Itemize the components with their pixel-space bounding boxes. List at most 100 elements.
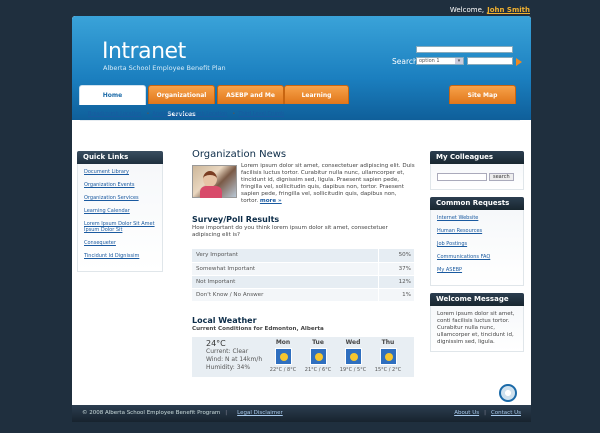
quick-link-organization-events[interactable]: Organization Events <box>84 182 156 188</box>
breadcrumb-sep-2: • <box>232 111 236 117</box>
common-requests-title: Common Requests <box>430 197 524 210</box>
breadcrumb-sep-1: • <box>146 111 150 117</box>
poll-label: Somewhat Important <box>192 262 378 276</box>
sun-icon <box>344 347 362 365</box>
legal-disclaimer-link[interactable]: Legal Disclaimer <box>237 410 283 416</box>
sun-icon <box>309 347 327 365</box>
about-us-link[interactable]: About Us <box>454 410 479 416</box>
quick-link-consequeter[interactable]: Consequeter <box>84 240 156 246</box>
footer-left: © 2008 Alberta School Employee Benefit P… <box>82 405 283 422</box>
colleague-search-input[interactable] <box>437 173 487 181</box>
breadcrumb: Breadcrumb Location • Another Breadcrumb L… <box>88 111 286 117</box>
logo[interactable]: Intranet <box>102 39 186 64</box>
welcome-text: Welcome, <box>449 6 485 14</box>
footer: © 2008 Alberta School Employee Benefit P… <box>72 405 531 422</box>
poll-value: 1% <box>377 288 414 302</box>
news-body: Lorem ipsum dolor sit amet, consectetuer… <box>241 163 415 205</box>
table-row: Very Important 50% <box>192 249 414 263</box>
top-search-input[interactable] <box>416 46 513 53</box>
forecast-temps: 22°C / 8°C <box>269 366 297 373</box>
request-link-internet-website[interactable]: Internet Website <box>437 215 517 221</box>
tab-learning[interactable]: Learning <box>284 85 349 104</box>
news-section: Lorem ipsum dolor sit amet, consectetuer… <box>192 163 415 215</box>
poll-value: 37% <box>377 262 414 276</box>
quick-link-tincidunt[interactable]: Tincidunt Id Dignissim <box>84 253 156 259</box>
forecast-temps: 15°C / 2°C <box>374 366 402 373</box>
forecast-day: Mon 22°C / 8°C <box>270 339 296 373</box>
welcome-bar: Welcome, John Smith <box>450 6 530 14</box>
breadcrumb-divider <box>80 120 520 121</box>
forecast-temps: 19°C / 5°C <box>339 366 367 373</box>
poll-results-table: Very Important 50% Somewhat Important 37% … <box>192 249 414 302</box>
table-row: Don't Know / No Answer 1% <box>192 288 414 302</box>
news-photo <box>192 165 237 198</box>
footer-right: About Us | Contact Us <box>454 405 521 422</box>
table-row: Not Important 12% <box>192 275 414 289</box>
sun-icon <box>379 347 397 365</box>
welcome-message-box: Welcome Message Lorem ipsum dolor sit am… <box>430 293 524 352</box>
footer-sep: | <box>484 410 486 416</box>
colleagues-title: My Colleagues <box>430 151 524 164</box>
tab-site-map[interactable]: Site Map <box>449 85 516 104</box>
quick-link-learning-calendar[interactable]: Learning Calendar <box>84 208 156 214</box>
current-temp: 24°C <box>206 338 226 348</box>
tab-asebp-and-me[interactable]: ASEBP and Me <box>217 85 284 104</box>
survey-question: How important do you think lorem ipsum d… <box>192 225 388 238</box>
search-input[interactable] <box>467 57 513 65</box>
weather-title: Local Weather <box>192 315 257 325</box>
welcome-message-body: Lorem ipsum dolor sit amet, conti facili… <box>430 306 524 352</box>
forecast-day-name: Tue <box>312 338 324 346</box>
current-sky: Current: Clear <box>206 347 249 355</box>
request-link-communications-faq[interactable]: Communications FAQ <box>437 254 517 260</box>
weather-panel: 24°C Current: Clear Wind: N at 14km/h Hu… <box>192 336 414 377</box>
page-frame: Intranet Alberta School Employee Benefit… <box>72 16 531 422</box>
forecast-day-name: Thu <box>381 338 395 346</box>
breadcrumb-link-3[interactable]: Third Level Crumb <box>238 111 284 117</box>
current-humidity: Humidity: 34% <box>206 363 251 371</box>
user-link[interactable]: John Smith <box>487 6 530 14</box>
poll-value: 50% <box>377 249 414 263</box>
forecast-day: Wed 19°C / 5°C <box>340 339 366 373</box>
forecast-temps: 21°C / 6°C <box>304 366 332 373</box>
common-requests-list: Internet Website Human Resources Job Pos… <box>430 210 524 286</box>
forecast-day: Thu 15°C / 2°C <box>375 339 401 373</box>
news-title: Organization News <box>192 149 287 160</box>
request-link-my-asebp[interactable]: My ASEBP <box>437 267 517 273</box>
news-more-link[interactable]: more » <box>260 198 282 204</box>
main-content: Organization News Lorem ipsum dolor sit … <box>192 149 415 377</box>
request-link-job-postings[interactable]: Job Postings <box>437 241 517 247</box>
logo-subtitle: Alberta School Employee Benefit Plan <box>103 64 226 72</box>
quick-link-document-library[interactable]: Document Library <box>84 169 156 175</box>
common-requests-box: Common Requests Internet Website Human R… <box>430 197 524 286</box>
colleague-search-button[interactable]: search <box>489 173 514 181</box>
search-scope-select[interactable]: option 1 ▾ <box>416 57 464 65</box>
breadcrumb-link-1[interactable]: Breadcrumb Location <box>88 111 141 117</box>
colleagues-body: search <box>430 164 524 190</box>
contact-us-link[interactable]: Contact Us <box>491 410 521 416</box>
quick-links-title: Quick Links <box>77 151 163 164</box>
current-wind: Wind: N at 14km/h <box>206 355 263 363</box>
quick-links-list: Document Library Organization Events Org… <box>77 164 163 272</box>
quick-links-box: Quick Links Document Library Organizatio… <box>77 151 163 272</box>
current-conditions: 24°C Current: Clear Wind: N at 14km/h Hu… <box>206 338 263 372</box>
colleagues-box: My Colleagues search <box>430 151 524 190</box>
tab-organizational-services[interactable]: Organizational Services <box>148 85 215 118</box>
poll-value: 12% <box>377 275 414 289</box>
right-column: My Colleagues search Common Requests Int… <box>430 151 524 359</box>
copyright: © 2008 Alberta School Employee Benefit P… <box>82 410 221 416</box>
brand-seal-icon <box>499 384 517 402</box>
forecast-day-name: Wed <box>345 338 361 346</box>
main-nav: Home Organizational Services ASEBP and M… <box>72 85 531 118</box>
tab-home[interactable]: Home <box>79 85 146 105</box>
quick-link-lorem-ipsum[interactable]: Lorem Ipsum Dolor Sit Amet Ipsum Dolor S… <box>84 221 156 233</box>
poll-label: Not Important <box>192 275 378 289</box>
poll-label: Don't Know / No Answer <box>192 288 378 302</box>
request-link-human-resources[interactable]: Human Resources <box>437 228 517 234</box>
welcome-message-title: Welcome Message <box>430 293 524 306</box>
survey-title: Survey/Poll Results <box>192 215 280 224</box>
poll-label: Very Important <box>192 249 378 263</box>
search-label: Search <box>392 57 418 66</box>
quick-link-organization-services[interactable]: Organization Services <box>84 195 156 201</box>
breadcrumb-link-2[interactable]: Another Breadcrumb Location <box>152 111 227 117</box>
search-go-icon[interactable] <box>516 58 522 66</box>
